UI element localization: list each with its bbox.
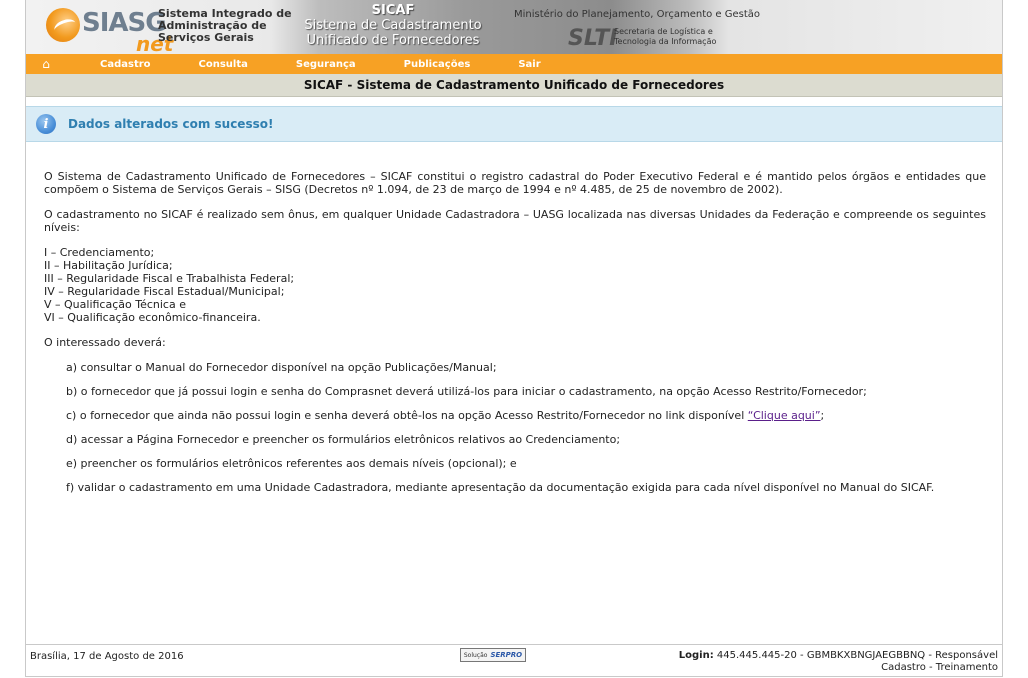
interessado-paragraph: O interessado deverá: bbox=[44, 336, 166, 349]
footer: Brasília, 17 de Agosto de 2016 Solução SE… bbox=[26, 644, 1002, 677]
step-item-f: f) validar o cadastramento em uma Unidad… bbox=[66, 481, 935, 494]
step-item-c: c) o fornecedor que ainda não possui log… bbox=[66, 409, 986, 422]
level-item: I – Credenciamento; bbox=[44, 246, 155, 259]
header-banner: SIASG net Sistema Integrado de Administr… bbox=[26, 0, 1002, 54]
step-c-suffix: ; bbox=[820, 409, 825, 422]
level-item: II – Habilitação Jurídica; bbox=[44, 259, 173, 272]
intro-paragraph: O Sistema de Cadastramento Unificado de … bbox=[44, 170, 986, 196]
success-message: i Dados alterados com sucesso! bbox=[26, 106, 1002, 142]
menu-item-seguranca[interactable]: Segurança bbox=[296, 59, 356, 70]
ministerio-text: Ministério do Planejamento, Orçamento e … bbox=[514, 9, 761, 20]
siasg-swirl-icon bbox=[46, 8, 80, 42]
login-label: Login: bbox=[678, 650, 714, 661]
steps-list: a) consultar o Manual do Fornecedor disp… bbox=[44, 361, 986, 494]
cadastramento-paragraph: O cadastramento no SICAF é realizado sem… bbox=[44, 208, 986, 234]
sicaf-banner-line-3: Unificado de Fornecedores bbox=[306, 33, 480, 48]
login-line-2: Cadastro - Treinamento bbox=[881, 662, 998, 673]
clique-aqui-link[interactable]: “Clique aqui” bbox=[748, 409, 821, 422]
footer-date: Brasília, 17 de Agosto de 2016 bbox=[30, 651, 184, 662]
menu-item-consulta[interactable]: Consulta bbox=[199, 59, 248, 70]
login-value: 445.445.445-20 - GBMBKXBNGJAEGBBNQ - Res… bbox=[713, 650, 998, 661]
slti-description: Secretaria de Logística e Tecnologia da … bbox=[614, 27, 716, 47]
page-title: SICAF - Sistema de Cadastramento Unifica… bbox=[26, 74, 1002, 97]
step-item-e: e) preencher os formulários eletrônicos … bbox=[66, 457, 517, 470]
menu-item-sair[interactable]: Sair bbox=[518, 59, 540, 70]
login-line-1: Login: 445.445.445-20 - GBMBKXBNGJAEGBBN… bbox=[679, 650, 998, 662]
level-item: III – Regularidade Fiscal e Trabalhista … bbox=[44, 272, 295, 285]
slti-line-1: Secretaria de Logística e bbox=[614, 27, 713, 36]
sicaf-banner-title: SICAF Sistema de Cadastramento Unificado… bbox=[298, 3, 488, 48]
levels-list: I – Credenciamento; II – Habilitação Jur… bbox=[44, 246, 986, 324]
page-frame: SIASG net Sistema Integrado de Administr… bbox=[25, 0, 1003, 677]
sisg-line-3: Serviços Gerais bbox=[158, 31, 254, 44]
menu-item-cadastro[interactable]: Cadastro bbox=[100, 59, 151, 70]
level-item: IV – Regularidade Fiscal Estadual/Munici… bbox=[44, 285, 285, 298]
serpro-logo: Solução SERPRO bbox=[460, 648, 526, 662]
siasg-logo: SIASG net bbox=[46, 6, 173, 54]
step-item-a: a) consultar o Manual do Fornecedor disp… bbox=[66, 361, 497, 374]
serpro-label: Solução bbox=[463, 651, 488, 659]
level-item: V – Qualificação Técnica e bbox=[44, 298, 186, 311]
step-item-d: d) acessar a Página Fornecedor e preench… bbox=[66, 433, 621, 446]
sicaf-banner-line-1: SICAF bbox=[371, 3, 415, 18]
serpro-brand: SERPRO bbox=[490, 651, 523, 659]
home-icon[interactable]: ⌂ bbox=[40, 57, 52, 71]
main-content: O Sistema de Cadastramento Unificado de … bbox=[44, 170, 986, 505]
level-item: VI – Qualificação econômico-financeira. bbox=[44, 311, 261, 324]
success-message-text: Dados alterados com sucesso! bbox=[68, 117, 274, 131]
info-icon: i bbox=[36, 114, 56, 134]
step-item-b: b) o fornecedor que já possui login e se… bbox=[66, 385, 867, 398]
main-menu: ⌂ Cadastro Consulta Segurança Publicaçõe… bbox=[26, 54, 1002, 74]
login-info: Login: 445.445.445-20 - GBMBKXBNGJAEGBBN… bbox=[679, 650, 998, 674]
menu-item-publicacoes[interactable]: Publicações bbox=[404, 59, 471, 70]
sisg-title: Sistema Integrado de Administração de Se… bbox=[158, 8, 292, 44]
slti-line-2: Tecnologia da Informação bbox=[614, 37, 717, 46]
step-c-text: c) o fornecedor que ainda não possui log… bbox=[66, 409, 748, 422]
slti-logo: SLTI bbox=[568, 26, 618, 51]
sicaf-banner-line-2: Sistema de Cadastramento bbox=[304, 18, 482, 33]
